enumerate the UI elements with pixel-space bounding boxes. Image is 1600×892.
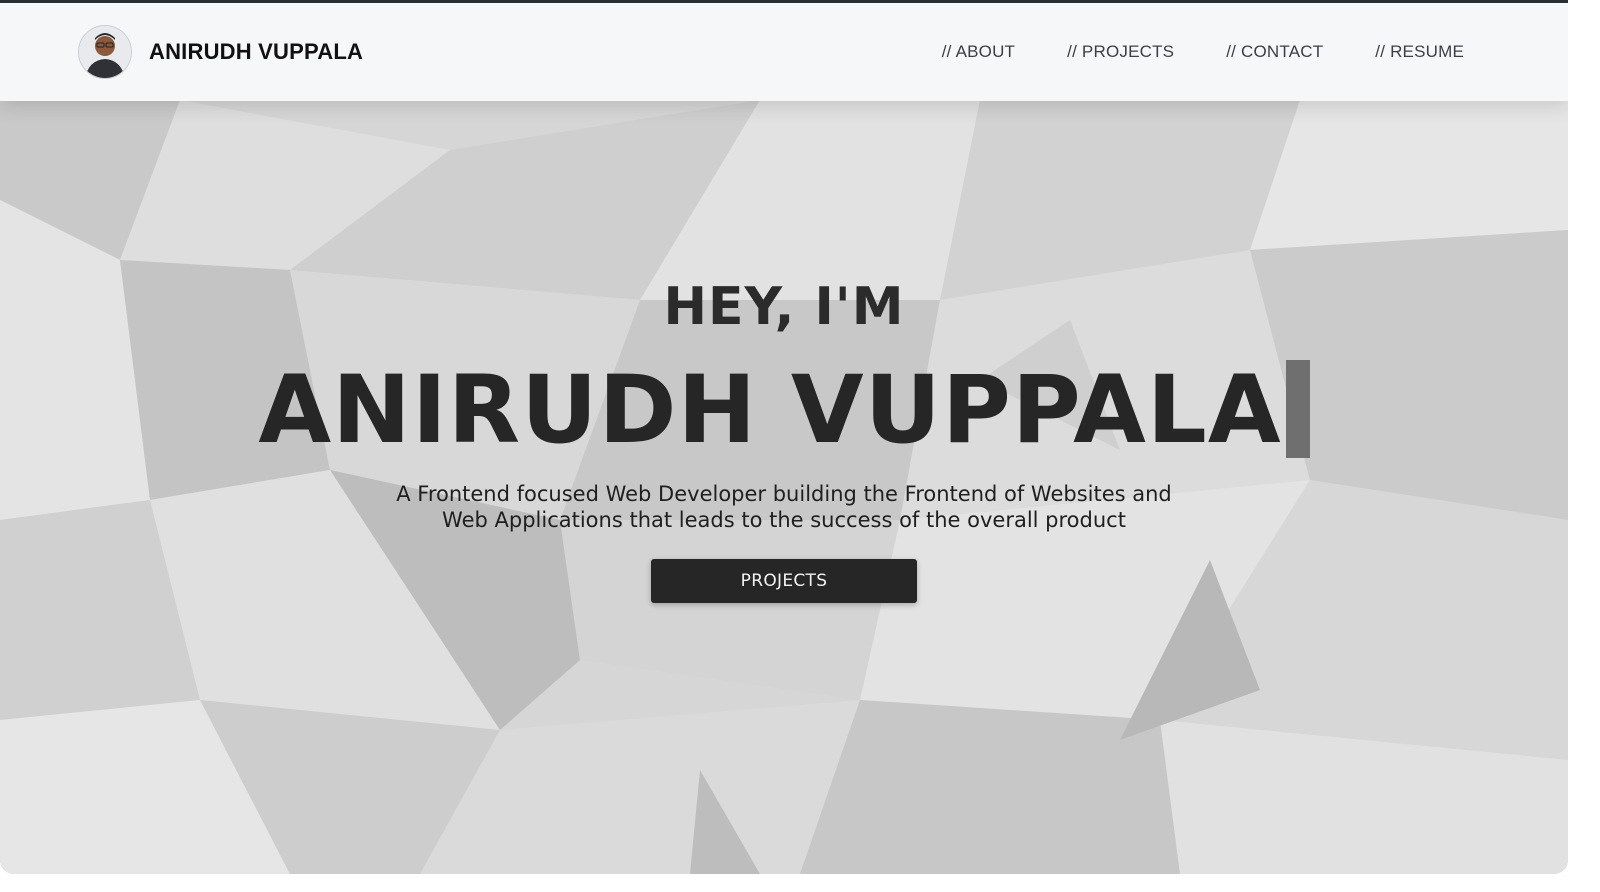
nav-resume[interactable]: // RESUME [1375, 42, 1464, 62]
nav-contact[interactable]: // CONTACT [1226, 42, 1323, 62]
page-frame: ANIRUDH VUPPALA // ABOUT // PROJECTS // … [0, 0, 1568, 874]
hero-name-line: ANIRUDH VUPPALA [0, 356, 1568, 465]
projects-button[interactable]: PROJECTS [651, 559, 917, 603]
brand-name[interactable]: ANIRUDH VUPPALA [149, 39, 363, 65]
top-border [0, 0, 1568, 3]
hero-greeting: HEY, I'M [663, 277, 905, 337]
nav-projects[interactable]: // PROJECTS [1067, 42, 1174, 62]
hero-name: ANIRUDH VUPPALA [258, 356, 1282, 465]
avatar[interactable] [78, 25, 132, 79]
tagline-line-1: A Frontend focused Web Developer buildin… [396, 482, 1172, 506]
brand[interactable]: ANIRUDH VUPPALA [78, 25, 363, 79]
nav-about[interactable]: // ABOUT [942, 42, 1015, 62]
tagline-line-2: Web Applications that leads to the succe… [442, 508, 1126, 532]
main-nav: // ABOUT // PROJECTS // CONTACT // RESUM… [942, 42, 1464, 62]
hero-section: HEY, I'M ANIRUDH VUPPALA A Frontend focu… [0, 101, 1568, 874]
hero-tagline: A Frontend focused Web Developer buildin… [354, 481, 1214, 533]
avatar-photo-icon [79, 26, 131, 78]
navbar: ANIRUDH VUPPALA // ABOUT // PROJECTS // … [0, 3, 1568, 101]
typing-cursor-icon [1285, 359, 1310, 458]
